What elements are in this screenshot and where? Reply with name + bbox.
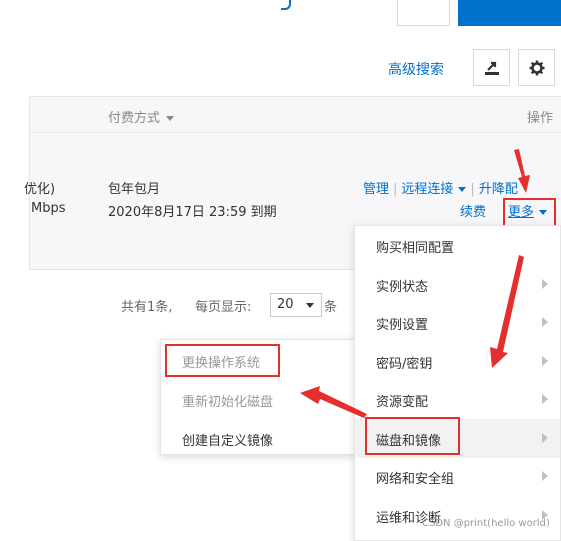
submenu-item-replace-os[interactable]: 更换操作系统 [182, 352, 260, 371]
menu-item-label: 密码/密钥 [376, 357, 433, 372]
spec-text-line2: Mbps [31, 201, 66, 216]
remote-connect-link[interactable]: 远程连接 [401, 182, 467, 197]
top-primary-button[interactable] [458, 0, 561, 26]
menu-item-instance-status[interactable]: 实例状态 [355, 265, 560, 304]
action-separator: | [470, 182, 475, 197]
page-size-select[interactable]: 20 [270, 293, 322, 317]
expiry-date: 2020年8月17日 23:59 到期 [108, 205, 277, 220]
pagination-per-page-label: 每页显示: [195, 300, 252, 315]
payment-type: 包年包月 [108, 182, 161, 197]
chevron-down-icon [166, 116, 175, 121]
renew-link[interactable]: 续费 [460, 201, 486, 220]
export-icon [484, 61, 499, 75]
pagination-suffix: 条 [324, 300, 338, 315]
chevron-right-icon [542, 356, 548, 366]
chevron-right-icon [542, 317, 548, 327]
menu-item-label: 资源变配 [376, 395, 429, 410]
menu-item-ops-diagnosis[interactable]: 运维和诊断 [355, 496, 560, 535]
submenu-item-reinit-disk[interactable]: 重新初始化磁盘 [182, 391, 273, 410]
actions-column-header: 操作 [526, 111, 553, 126]
menu-item-label: 购买相同配置 [376, 241, 455, 256]
payment-column-header[interactable]: 付费方式 [108, 107, 175, 126]
menu-item-label: 网络和安全组 [376, 472, 455, 487]
watermark-text: CSDN @print(hello world) [422, 518, 550, 529]
action-separator: | [393, 182, 398, 197]
submenu-item-create-image[interactable]: 创建自定义镜像 [182, 430, 273, 449]
menu-highlight-box [365, 417, 460, 455]
menu-item-label: 实例设置 [376, 318, 429, 333]
manage-link[interactable]: 管理 [363, 182, 389, 197]
more-dropdown-menu: 购买相同配置 实例状态 实例设置 密码/密钥 资源变配 磁盘和镜像 网络和安全组… [354, 225, 561, 541]
disk-image-submenu: 更换操作系统 重新初始化磁盘 创建自定义镜像 [160, 339, 358, 455]
row-actions: 管理 | 远程连接 | 升降配 [363, 178, 518, 197]
top-secondary-button[interactable] [397, 0, 450, 26]
chevron-right-icon [542, 279, 548, 289]
upgrade-link[interactable]: 升降配 [479, 182, 518, 197]
menu-item-resource-change[interactable]: 资源变配 [355, 380, 560, 419]
chevron-down-icon [458, 187, 467, 192]
chevron-right-icon [542, 394, 548, 404]
page-size-value: 20 [277, 297, 294, 312]
menu-item-label: 实例状态 [376, 280, 429, 295]
menu-item-network-security[interactable]: 网络和安全组 [355, 457, 560, 496]
advanced-search-link[interactable]: 高级搜索 [388, 59, 444, 79]
spec-text-line1: 优化) [24, 182, 56, 197]
pagination-total: 共有1条, [121, 300, 173, 315]
settings-button[interactable] [518, 49, 555, 86]
chevron-down-icon [306, 303, 314, 308]
top-partial-icon [281, 0, 291, 10]
menu-item-buy-same[interactable]: 购买相同配置 [355, 226, 560, 265]
chevron-right-icon [542, 433, 548, 443]
gear-icon [529, 60, 544, 75]
table-header: 付费方式 操作 [30, 97, 561, 133]
export-button[interactable] [473, 49, 510, 86]
chevron-right-icon [542, 471, 548, 481]
menu-item-password-key[interactable]: 密码/密钥 [355, 342, 560, 381]
menu-item-instance-settings[interactable]: 实例设置 [355, 303, 560, 342]
